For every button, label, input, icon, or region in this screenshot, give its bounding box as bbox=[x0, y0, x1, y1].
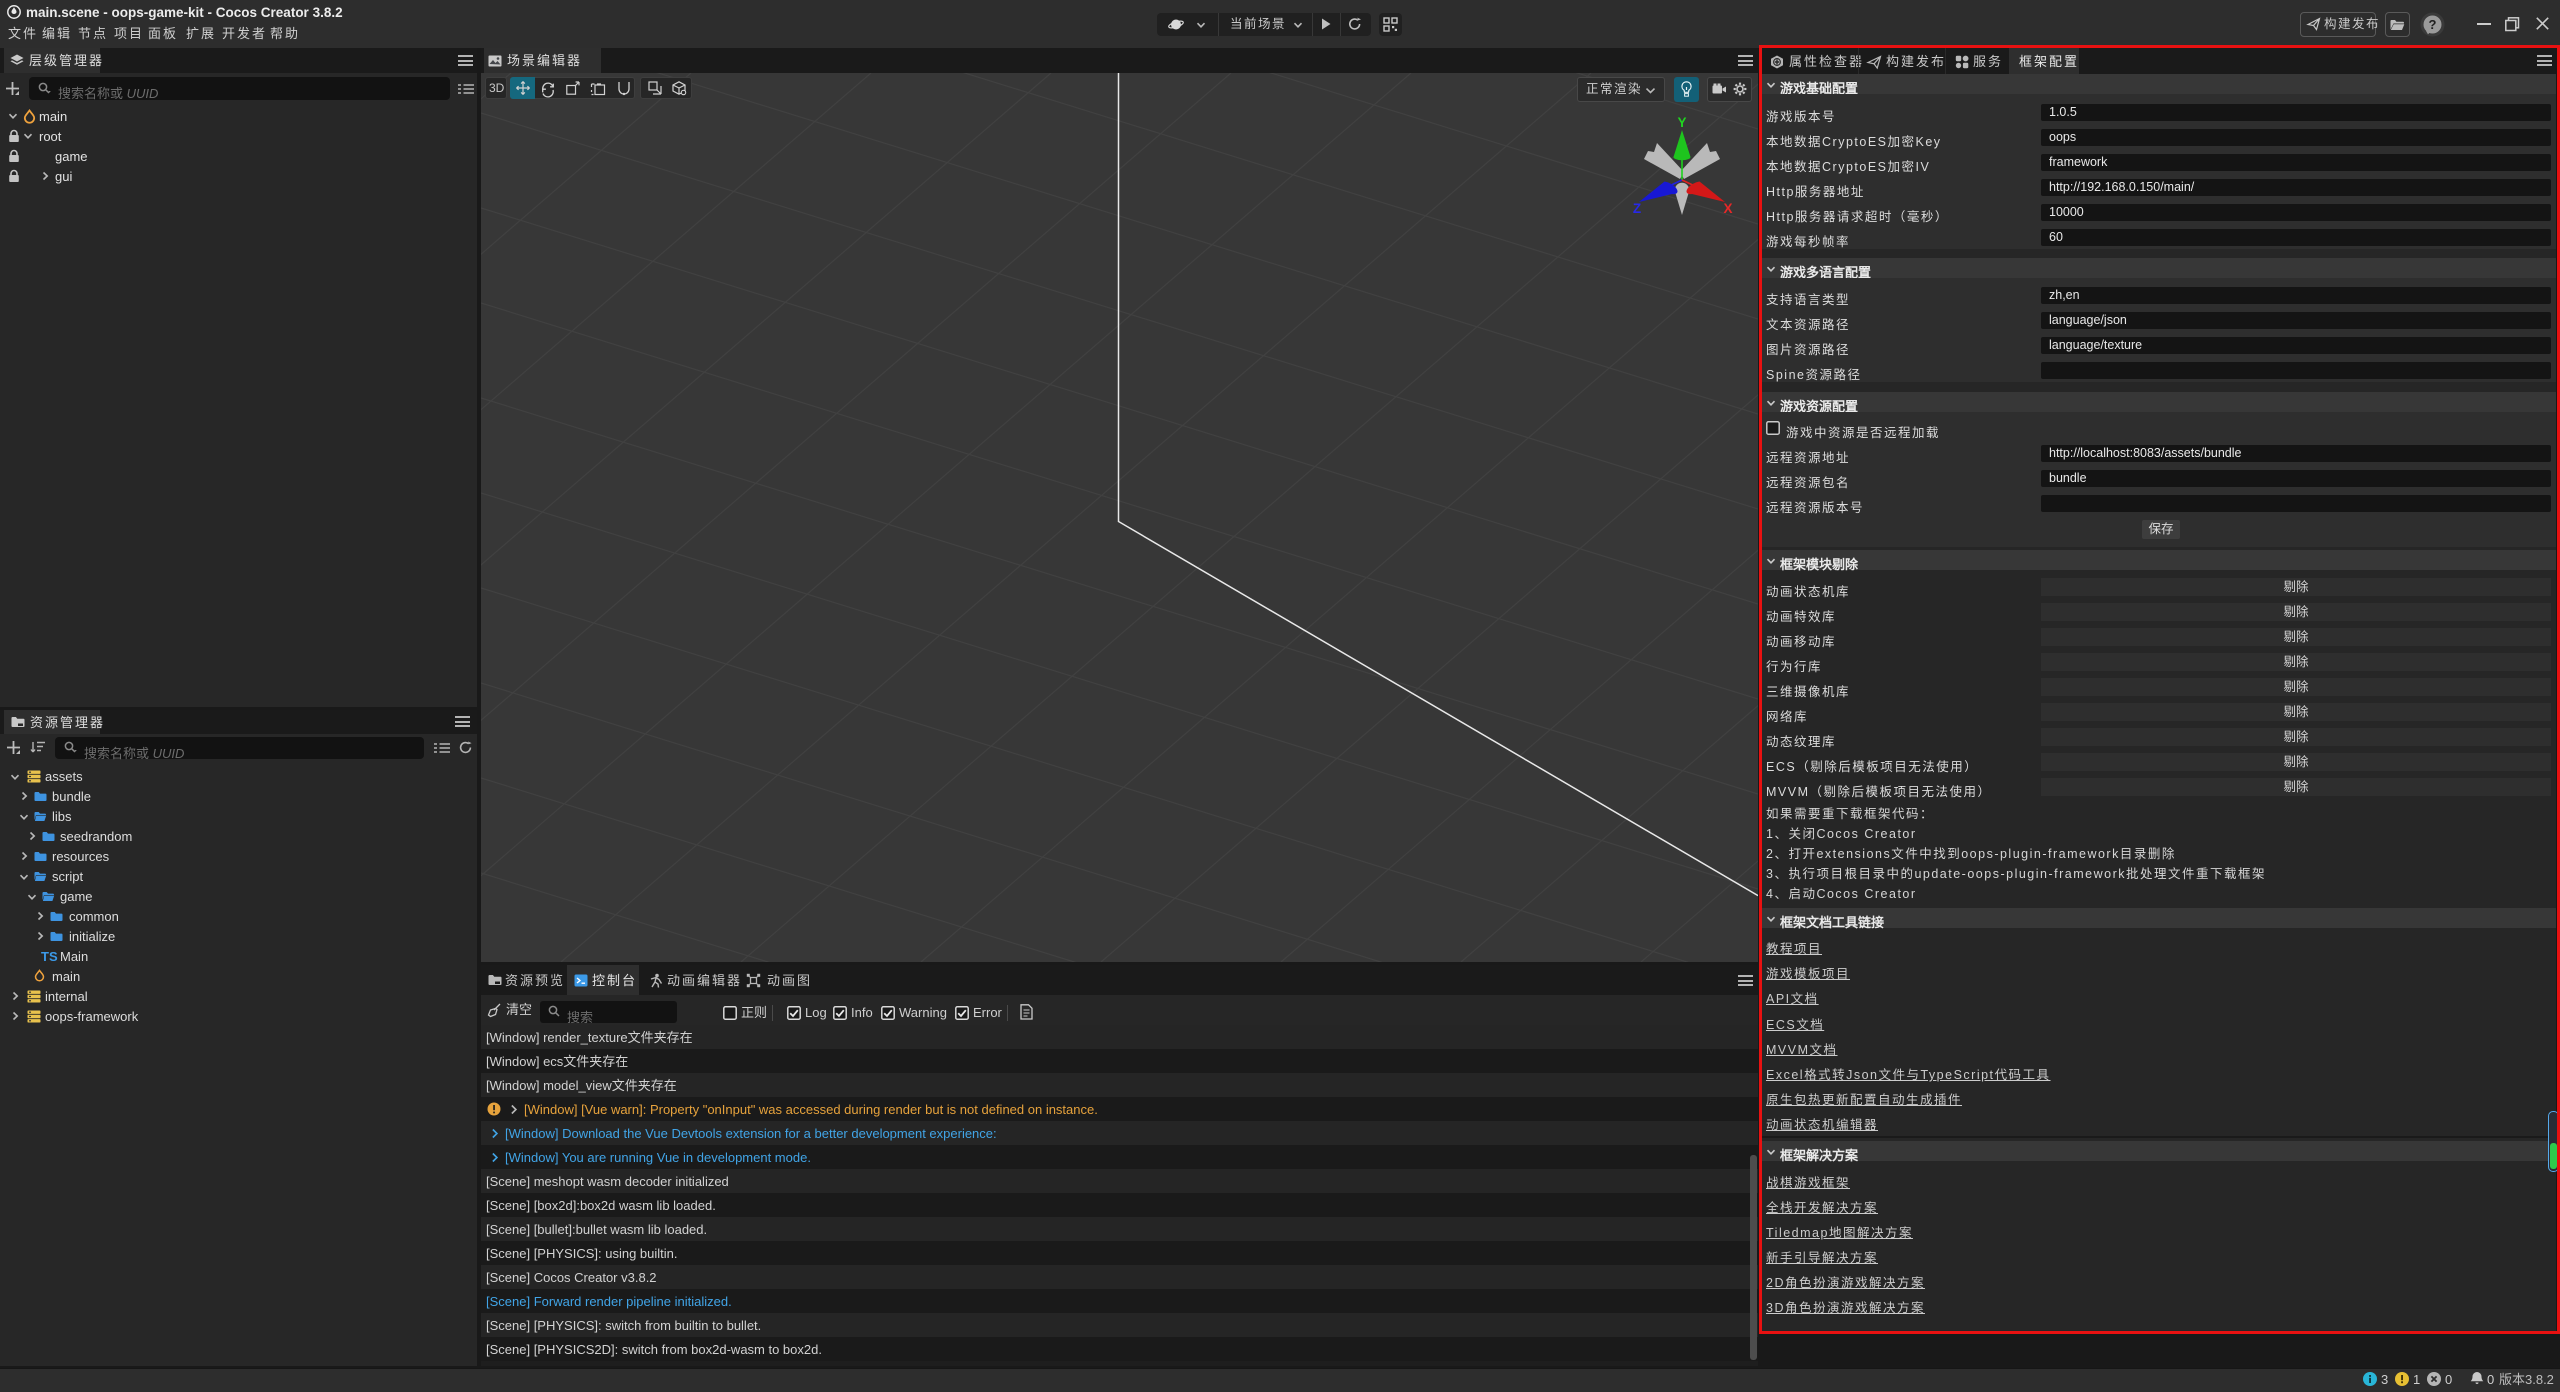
svg-text:Y: Y bbox=[1677, 115, 1686, 130]
svg-text:?: ? bbox=[2429, 17, 2437, 32]
svg-text:Z: Z bbox=[1633, 201, 1641, 216]
svg-text:X: X bbox=[1723, 201, 1732, 216]
